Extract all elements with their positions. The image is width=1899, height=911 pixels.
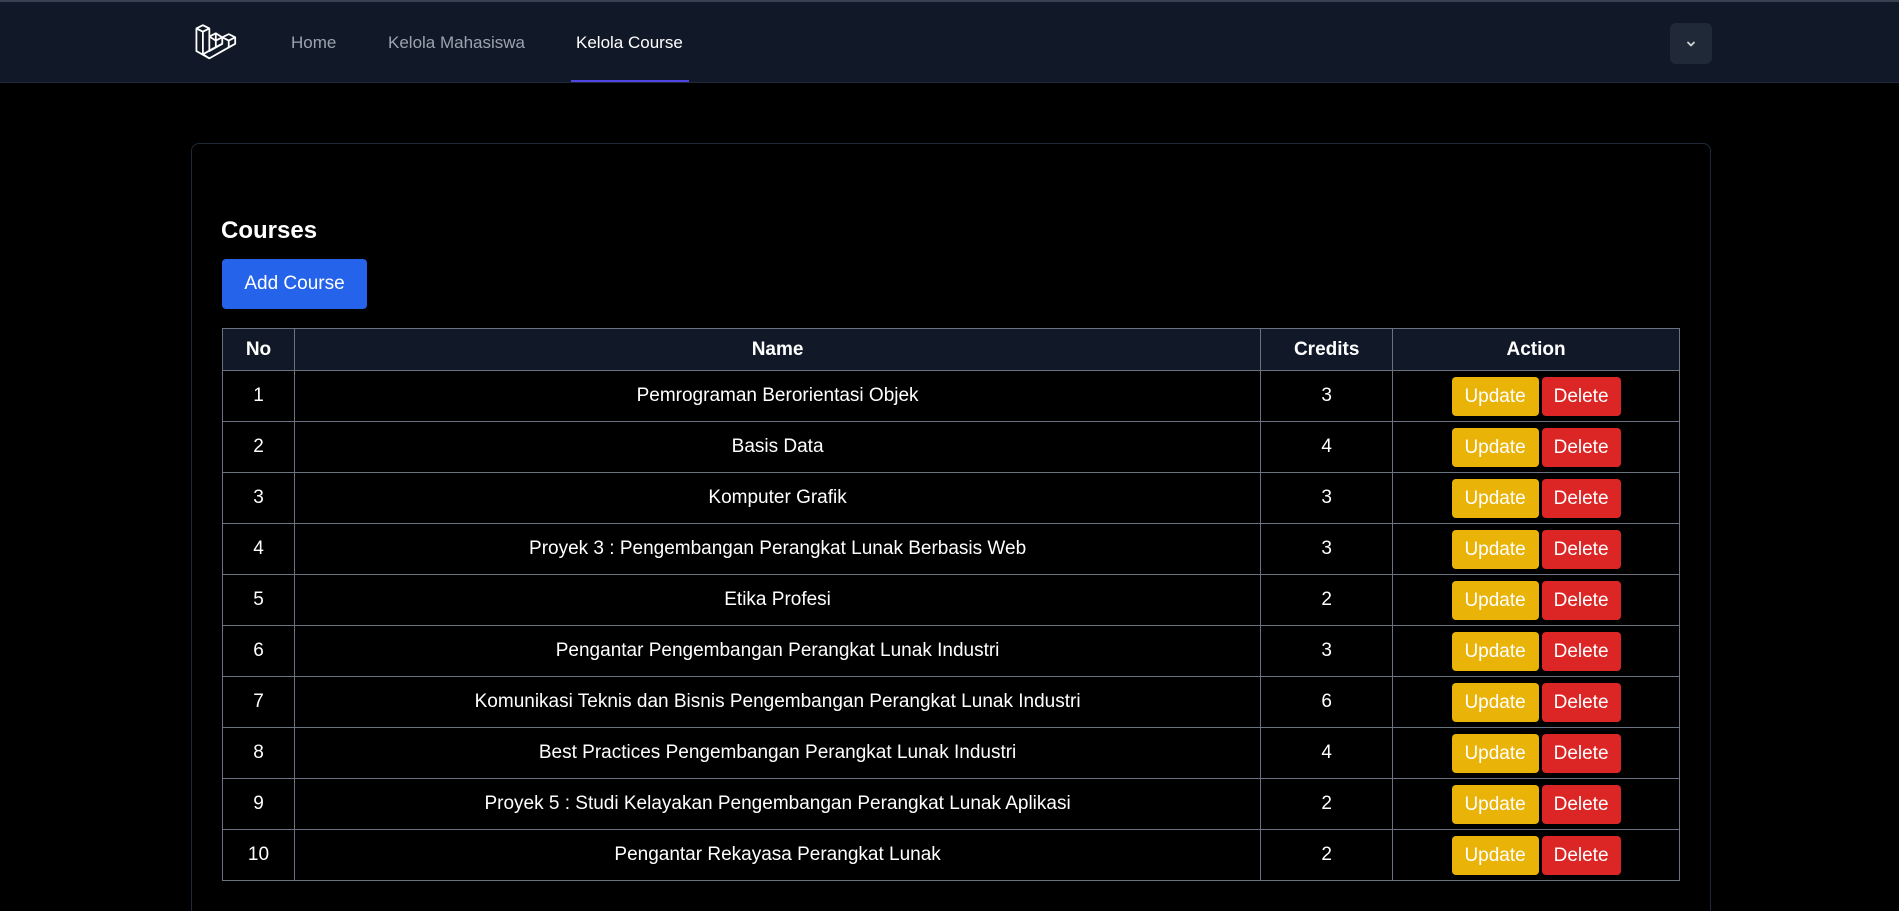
delete-button[interactable]: Delete (1541, 529, 1621, 569)
add-course-button[interactable]: Add Course (222, 259, 367, 309)
delete-button[interactable]: Delete (1541, 784, 1621, 824)
cell-action: Update Delete (1392, 778, 1680, 830)
table-row: 4 Proyek 3 : Pengembangan Perangkat Lunak… (222, 523, 1680, 575)
update-button[interactable]: Update (1451, 631, 1539, 671)
cell-no: 3 (222, 472, 295, 524)
cell-action: Update Delete (1392, 370, 1680, 422)
header-action: Action (1392, 328, 1680, 371)
update-button[interactable]: Update (1451, 580, 1539, 620)
update-button[interactable]: Update (1451, 427, 1539, 467)
delete-button[interactable]: Delete (1541, 631, 1621, 671)
cell-action: Update Delete (1392, 523, 1680, 575)
cell-no: 8 (222, 727, 295, 779)
update-button[interactable]: Update (1451, 682, 1539, 722)
cell-no: 6 (222, 625, 295, 677)
active-tab-indicator (571, 80, 689, 82)
cell-credits: 4 (1260, 421, 1394, 473)
top-navbar: Home Kelola Mahasiswa Kelola Course (0, 2, 1899, 83)
cell-action: Update Delete (1392, 676, 1680, 728)
cell-credits: 2 (1260, 778, 1394, 830)
cell-credits: 4 (1260, 727, 1394, 779)
cell-credits: 6 (1260, 676, 1394, 728)
table-row: 3 Komputer Grafik 3 Update Delete (222, 472, 1680, 524)
cell-name: Best Practices Pengembangan Perangkat Lu… (293, 727, 1262, 779)
cell-no: 4 (222, 523, 295, 575)
cell-action: Update Delete (1392, 625, 1680, 677)
update-button[interactable]: Update (1451, 376, 1539, 416)
table-row: 1 Pemrograman Berorientasi Objek 3 Update De… (222, 370, 1680, 422)
delete-button[interactable]: Delete (1541, 376, 1621, 416)
update-button[interactable]: Update (1451, 478, 1539, 518)
cell-name: Proyek 5 : Studi Kelayakan Pengembangan … (293, 778, 1262, 830)
cell-name: Pengantar Pengembangan Perangkat Lunak I… (293, 625, 1262, 677)
cell-action: Update Delete (1392, 829, 1680, 881)
cell-no: 10 (222, 829, 295, 881)
cell-action: Update Delete (1392, 472, 1680, 524)
cell-no: 9 (222, 778, 295, 830)
courses-table: No Name Credits Action 1 Pemrograman Bero… (222, 328, 1680, 881)
update-button[interactable]: Update (1451, 529, 1539, 569)
cell-name: Komunikasi Teknis dan Bisnis Pengembanga… (293, 676, 1262, 728)
table-row: 8 Best Practices Pengembangan Perangkat L… (222, 727, 1680, 779)
header-name: Name (293, 328, 1262, 371)
delete-button[interactable]: Delete (1541, 427, 1621, 467)
table-row: 6 Pengantar Pengembangan Perangkat Lunak … (222, 625, 1680, 677)
page-title: Courses (221, 217, 318, 244)
cell-credits: 3 (1260, 625, 1394, 677)
cell-credits: 3 (1260, 472, 1394, 524)
table-body: 1 Pemrograman Berorientasi Objek 3 Update De… (222, 370, 1680, 881)
table-row: 9 Proyek 5 : Studi Kelayakan Pengembangan… (222, 778, 1680, 830)
cell-name: Pengantar Rekayasa Perangkat Lunak (293, 829, 1262, 881)
header-no: No (222, 328, 295, 371)
cell-credits: 3 (1260, 370, 1394, 422)
update-button[interactable]: Update (1451, 835, 1539, 875)
delete-button[interactable]: Delete (1541, 835, 1621, 875)
cell-no: 1 (222, 370, 295, 422)
table-row: 2 Basis Data 4 Update Delete (222, 421, 1680, 473)
cell-name: Basis Data (293, 421, 1262, 473)
cell-action: Update Delete (1392, 421, 1680, 473)
header-credits: Credits (1260, 328, 1394, 371)
nav-link-kelola-mahasiswa[interactable]: Kelola Mahasiswa (388, 2, 525, 83)
table-row: 10 Pengantar Rekayasa Perangkat Lunak 2 Upd… (222, 829, 1680, 881)
cell-credits: 3 (1260, 523, 1394, 575)
update-button[interactable]: Update (1451, 733, 1539, 773)
cell-name: Pemrograman Berorientasi Objek (293, 370, 1262, 422)
cell-action: Update Delete (1392, 727, 1680, 779)
cell-credits: 2 (1260, 574, 1394, 626)
table-row: 7 Komunikasi Teknis dan Bisnis Pengembang… (222, 676, 1680, 728)
nav-link-kelola-course[interactable]: Kelola Course (576, 2, 683, 83)
delete-button[interactable]: Delete (1541, 580, 1621, 620)
cell-no: 7 (222, 676, 295, 728)
cell-action: Update Delete (1392, 574, 1680, 626)
cell-name: Proyek 3 : Pengembangan Perangkat Lunak … (293, 523, 1262, 575)
chevron-down-icon (1687, 41, 1695, 46)
laravel-logo-icon[interactable] (193, 22, 237, 64)
delete-button[interactable]: Delete (1541, 682, 1621, 722)
cell-no: 5 (222, 574, 295, 626)
cell-name: Etika Profesi (293, 574, 1262, 626)
nav-link-home[interactable]: Home (291, 2, 336, 83)
table-row: 5 Etika Profesi 2 Update Delete (222, 574, 1680, 626)
table-header-row: No Name Credits Action (222, 328, 1680, 371)
delete-button[interactable]: Delete (1541, 733, 1621, 773)
cell-credits: 2 (1260, 829, 1394, 881)
user-dropdown-button[interactable] (1670, 23, 1712, 64)
delete-button[interactable]: Delete (1541, 478, 1621, 518)
update-button[interactable]: Update (1451, 784, 1539, 824)
cell-no: 2 (222, 421, 295, 473)
cell-name: Komputer Grafik (293, 472, 1262, 524)
